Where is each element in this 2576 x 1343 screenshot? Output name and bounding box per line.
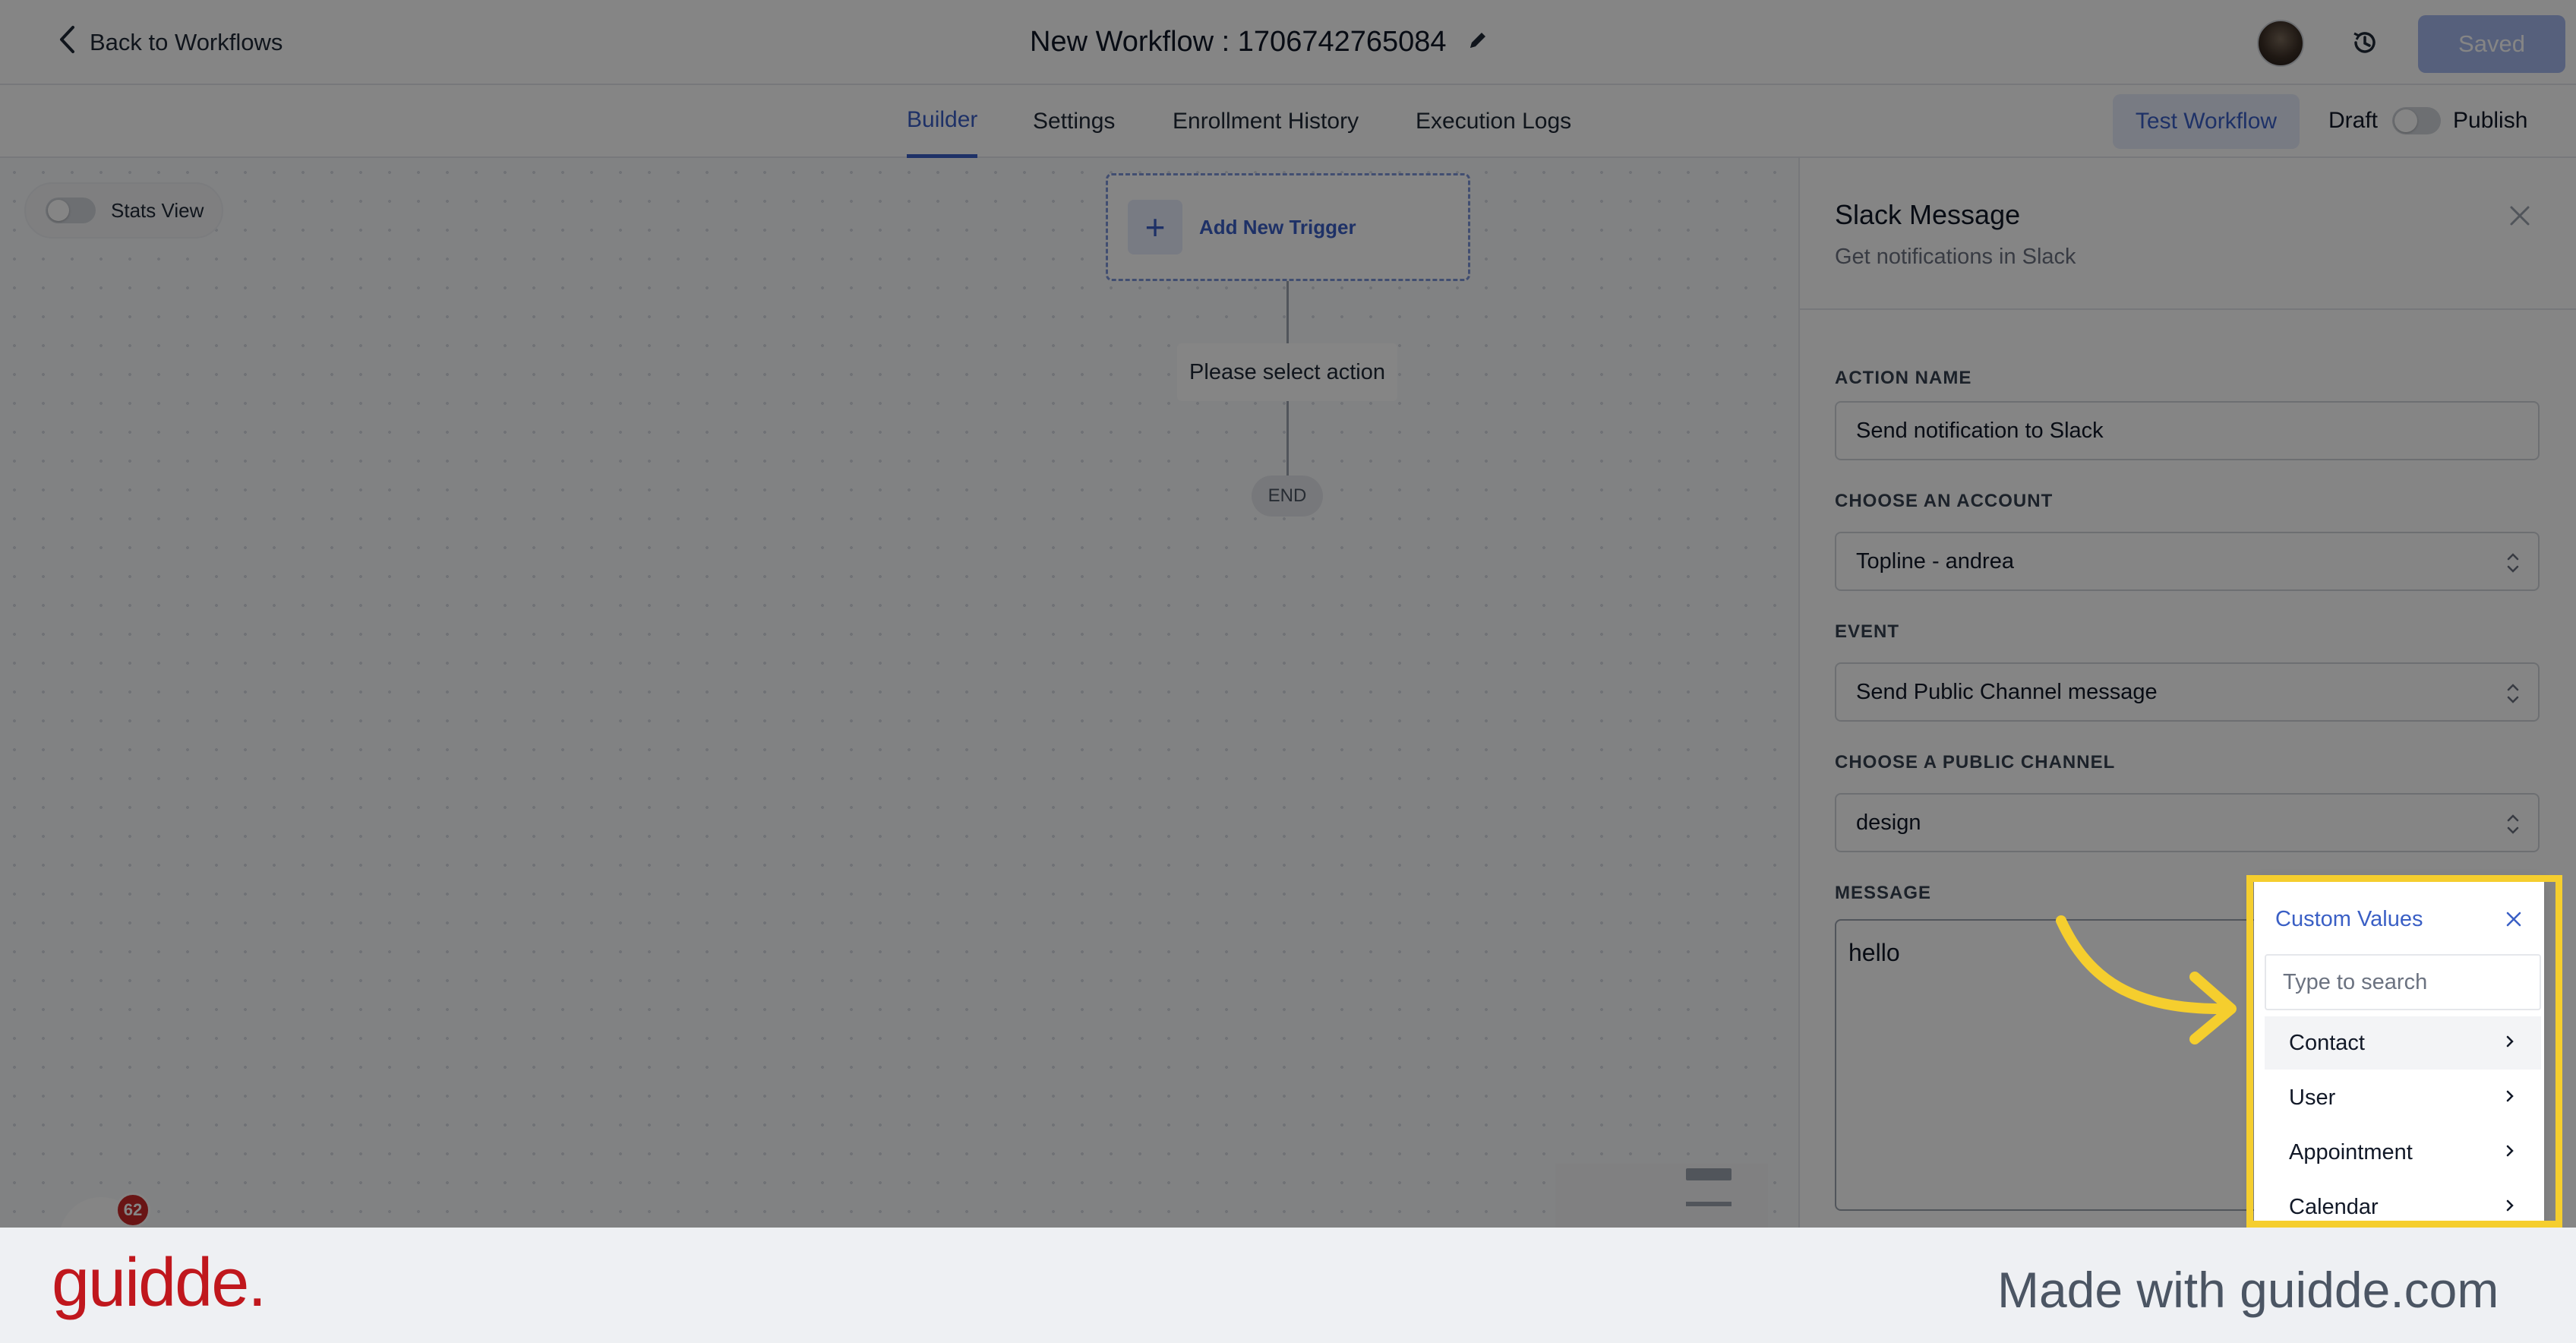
guidde-logo: guidde. <box>52 1245 267 1321</box>
pointer-arrow-icon <box>2043 912 2248 1060</box>
made-with-text: Made with guidde.com <box>1997 1262 2499 1318</box>
highlight-frame <box>2246 875 2562 1228</box>
